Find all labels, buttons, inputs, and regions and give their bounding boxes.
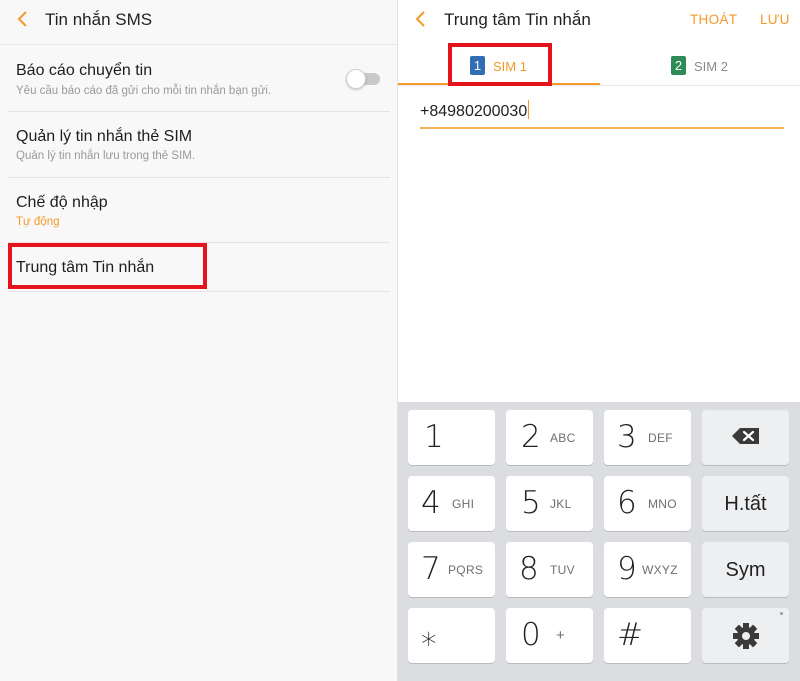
key-9[interactable]: 9 WXYZ [604,542,691,597]
key-7[interactable]: 7 PQRS [408,542,495,597]
key-letters: + [556,627,566,644]
setting-value: Tự động [16,216,60,228]
key-digit: 4 [421,485,441,521]
sim-2-icon: 2 [671,56,686,75]
numeric-keyboard: 1 2 ABC 3 DEF 4 GHI 5 JKL 6 MNO H.tất 7 … [398,402,800,681]
key-digit: 2 [521,419,541,455]
delivery-report-toggle[interactable] [346,69,382,89]
key-digit: # [617,617,643,653]
setting-input-mode[interactable]: Chế độ nhập Tự động [0,178,398,242]
symbol-label: Sym [725,559,766,581]
divider [8,291,390,292]
number-value: +84980200030 [420,103,528,120]
highlight-box-message-center [8,243,207,289]
setting-subtitle: Yêu cầu báo cáo đã gửi cho mỗi tin nhắn … [16,85,272,97]
setting-subtitle: Quản lý tin nhắn lưu trong thẻ SIM. [16,150,196,162]
key-digit: 5 [521,485,541,521]
key-letters: MNO [648,497,677,511]
key-digit: 6 [617,485,637,521]
setting-title: Báo cáo chuyển tin [16,62,153,79]
input-underline [420,127,784,129]
toggle-knob [346,69,366,89]
key-3[interactable]: 3 DEF [604,410,691,465]
setting-title: Quản lý tin nhắn thẻ SIM [16,128,193,145]
key-letters: PQRS [448,563,484,577]
page-title: Trung tâm Tin nhắn [444,10,591,29]
setting-sim-messages[interactable]: Quản lý tin nhắn thẻ SIM Quản lý tin nhắ… [0,112,398,177]
message-center-panel: Trung tâm Tin nhắn THOÁT LƯU 1 SIM 1 2 S… [398,0,800,681]
symbol-key[interactable]: Sym [702,542,789,597]
key-star[interactable]: ⁎ [408,608,495,663]
key-letters: DEF [648,431,673,445]
text-caret [528,100,530,119]
key-0[interactable]: 0 + [506,608,593,663]
key-2[interactable]: 2 ABC [506,410,593,465]
key-6[interactable]: 6 MNO [604,476,691,531]
app-bar-left: Tin nhắn SMS [0,0,398,42]
key-hash[interactable]: # [604,608,691,663]
key-1[interactable]: 1 [408,410,495,465]
key-digit: 0 [521,617,541,653]
message-center-number-input[interactable]: +84980200030 [420,100,530,121]
backspace-key[interactable] [702,410,789,465]
app-bar-right: Trung tâm Tin nhắn THOÁT LƯU [398,0,800,42]
backspace-icon [702,423,789,454]
key-digit: 9 [617,551,637,587]
setting-title: Chế độ nhập [16,194,108,211]
key-digit: 8 [519,551,539,587]
highlight-box-sim-1 [448,43,552,86]
tab-sim-2[interactable]: 2 SIM 2 [600,50,800,86]
key-8[interactable]: 8 TUV [506,542,593,597]
back-arrow-icon[interactable] [412,9,430,29]
key-letters: GHI [452,497,475,511]
back-arrow-icon[interactable] [14,9,32,29]
page-title: Tin nhắn SMS [45,10,153,29]
key-digit: 1 [424,419,444,455]
app-bar-divider [0,44,398,45]
key-digit: 7 [421,551,441,587]
done-label: H.tất [724,493,767,515]
exit-button[interactable]: THOÁT [690,12,737,27]
gear-icon [702,622,789,655]
key-letters: WXYZ [642,563,678,577]
setting-delivery-report[interactable]: Báo cáo chuyển tin Yêu cầu báo cáo đã gử… [0,46,398,111]
settings-key[interactable] [702,608,789,663]
done-key[interactable]: H.tất [702,476,789,531]
key-5[interactable]: 5 JKL [506,476,593,531]
key-digit: ⁎ [421,617,437,653]
key-letters: TUV [550,563,575,577]
key-letters: ABC [550,431,576,445]
key-4[interactable]: 4 GHI [408,476,495,531]
sms-settings-panel: Tin nhắn SMS Báo cáo chuyển tin Yêu cầu … [0,0,398,681]
save-button[interactable]: LƯU [760,12,790,27]
key-digit: 3 [617,419,637,455]
tab-label: SIM 2 [694,59,728,74]
key-hint-dot [780,612,783,615]
key-letters: JKL [550,497,572,511]
